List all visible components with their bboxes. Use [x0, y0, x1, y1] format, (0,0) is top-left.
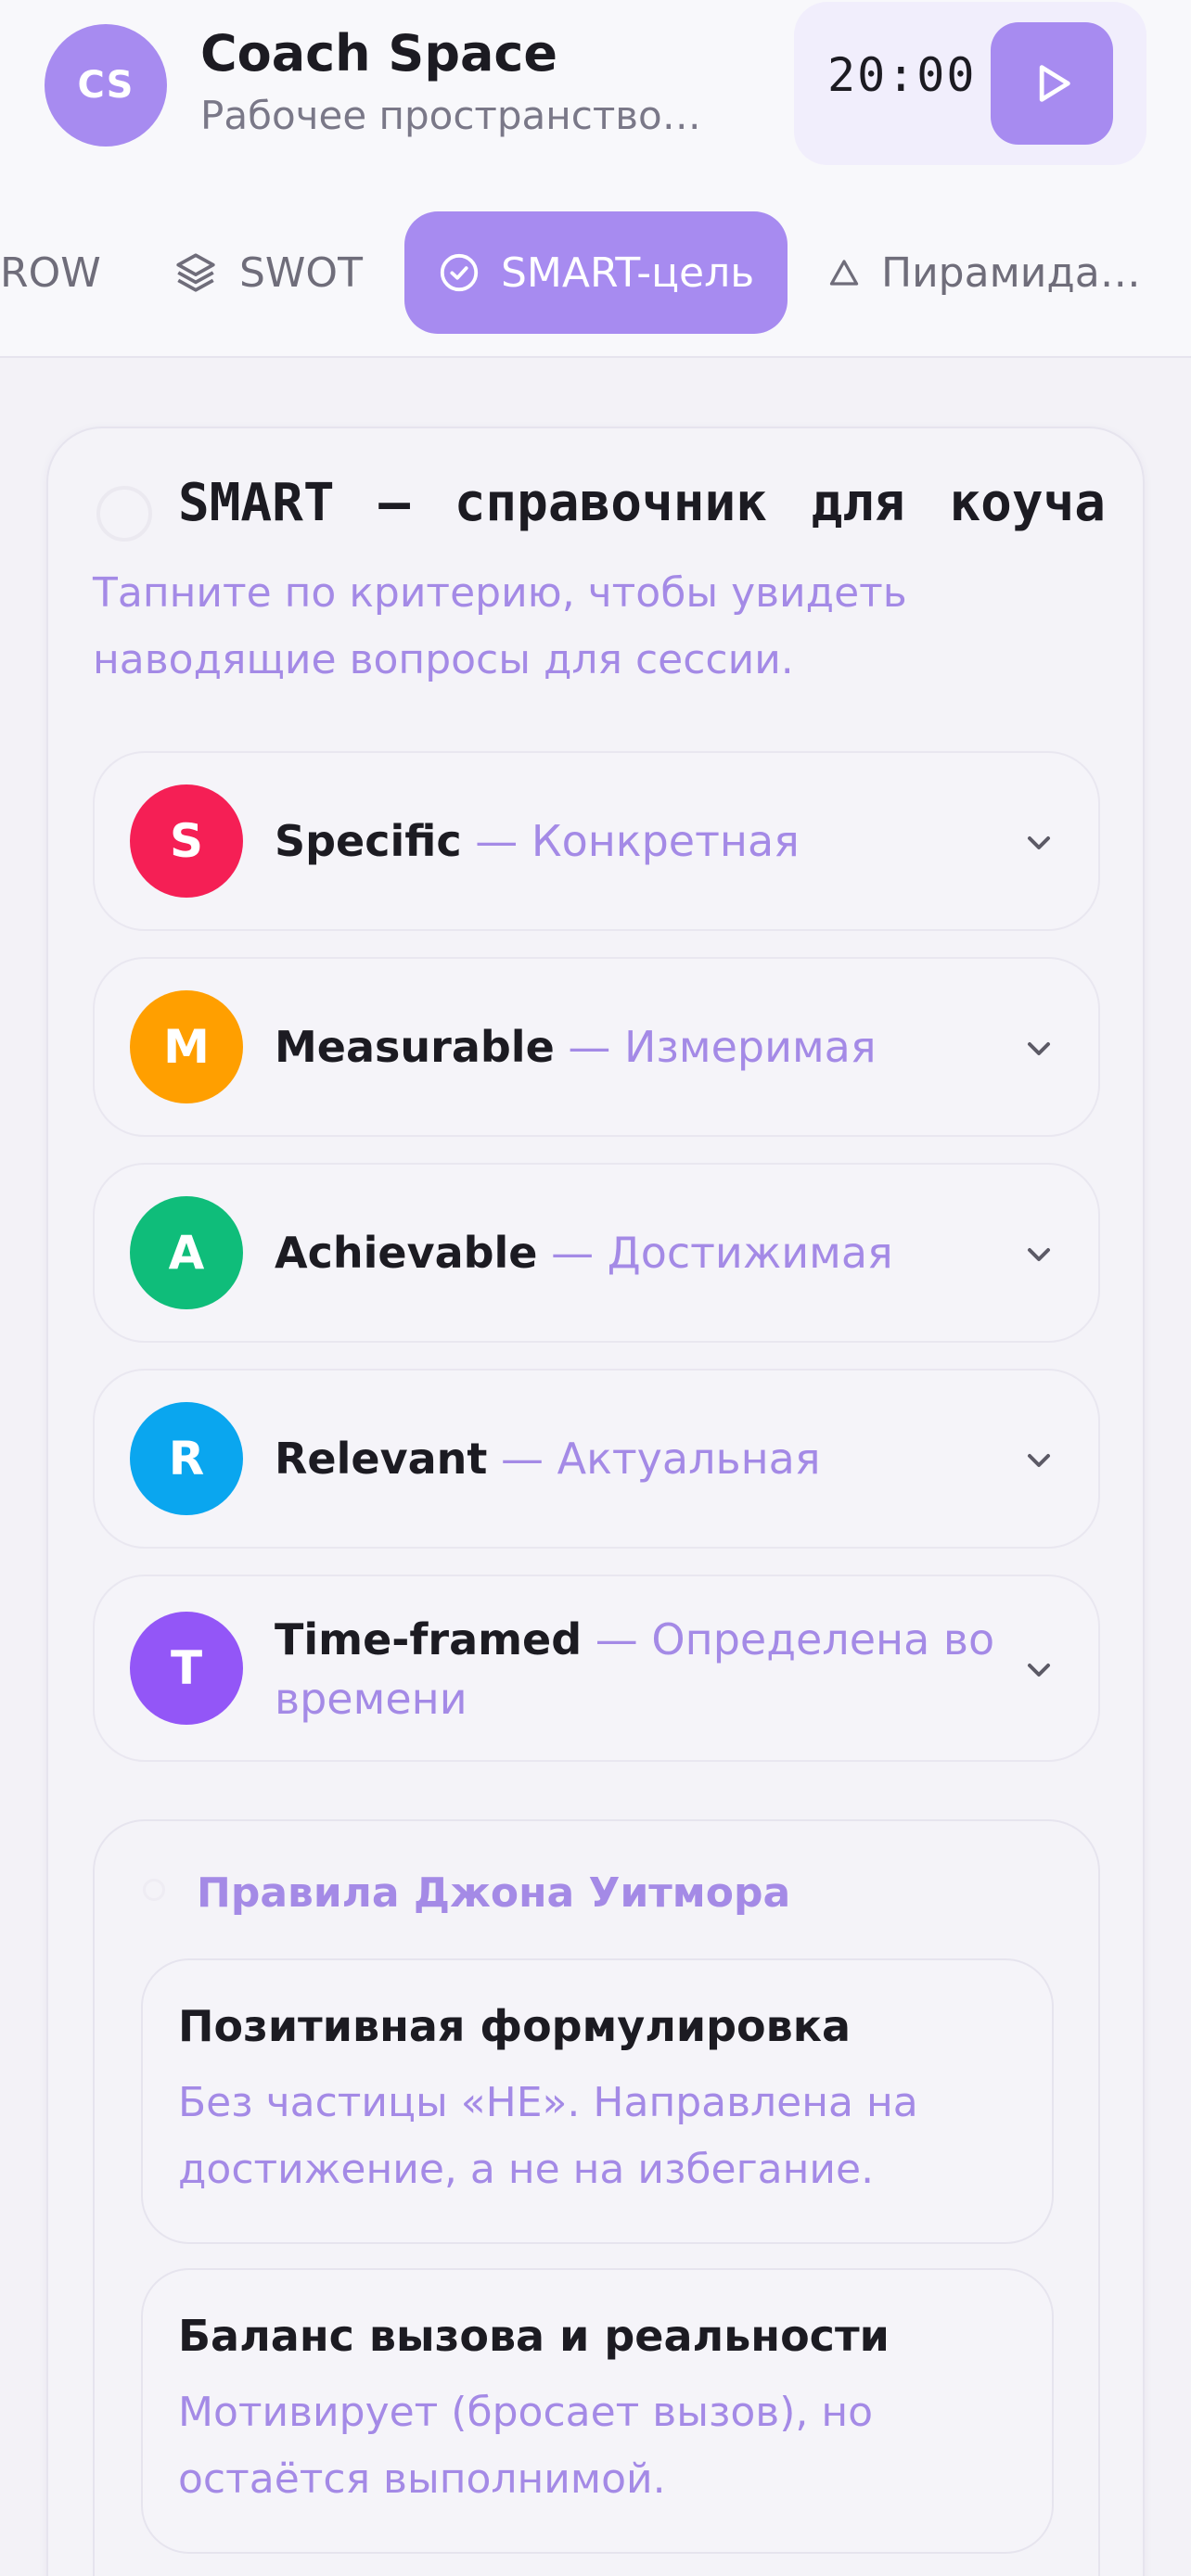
tab-label: SMART-цель	[501, 249, 755, 297]
rules-icon	[143, 1879, 165, 1901]
card-title: SMART — справочник для коуча	[178, 473, 1107, 533]
app-header: CS Coach Space Рабочее пространство… 20:…	[0, 0, 1191, 185]
app-title: Coach Space	[200, 24, 558, 83]
rule-description: Без частицы «НЕ». Направлена на достижен…	[178, 2079, 918, 2193]
tab-label: Пирамида …	[881, 249, 1141, 297]
avatar[interactable]: CS	[45, 24, 167, 147]
criterion-name: Relevant	[275, 1434, 488, 1484]
smart-reference-card: SMART — справочник для коуча Тапните по …	[46, 427, 1145, 2576]
tab-swot[interactable]: SWOT	[173, 211, 363, 334]
play-icon	[1039, 65, 1070, 102]
criterion-separator: —	[554, 1022, 625, 1072]
session-timer: 20:00	[794, 2, 1146, 165]
rule-title: Позитивная формулировка	[178, 2001, 852, 2051]
tab-smart[interactable]: SMART-цель	[404, 211, 788, 334]
criterion-relevant[interactable]: R Relevant — Актуальная	[93, 1369, 1100, 1549]
check-circle-icon	[440, 253, 479, 292]
criterion-separator: —	[537, 1228, 608, 1278]
chevron-down-icon	[1028, 1248, 1050, 1261]
rule-card: Баланс вызова и реальности Мотивирует (б…	[141, 2268, 1054, 2554]
chevron-down-icon	[1028, 1664, 1050, 1677]
criterion-name: Specific	[275, 816, 462, 866]
chevron-down-icon	[1028, 1454, 1050, 1467]
triangle-icon	[829, 260, 859, 286]
criterion-time-framed[interactable]: T Time-framed — Определена во времени	[93, 1575, 1100, 1762]
criterion-separator: —	[582, 1614, 652, 1664]
app-subtitle: Рабочее пространство…	[200, 93, 701, 138]
criterion-translation: Достижимая	[607, 1228, 893, 1278]
rule-description: Мотивирует (бросает вызов), но остаётся …	[178, 2389, 874, 2503]
criterion-label: Time-framed — Определена во времени	[275, 1610, 1017, 1728]
chevron-down-icon	[1028, 836, 1050, 849]
criterion-translation: Актуальная	[557, 1434, 821, 1484]
criterion-translation: Конкретная	[531, 816, 800, 866]
criterion-specific[interactable]: S Specific — Конкретная	[93, 751, 1100, 931]
criterion-name: Time-framed	[275, 1614, 583, 1664]
rule-title: Баланс вызова и реальности	[178, 2311, 890, 2361]
criterion-letter-badge: M	[130, 990, 243, 1103]
criterion-label: Achievable — Достижимая	[275, 1223, 1017, 1282]
criterion-translation: Измеримая	[624, 1022, 877, 1072]
tab-pyramid[interactable]: Пирамида …	[827, 211, 1141, 334]
tab-label: ROW	[0, 249, 101, 297]
criterion-letter-badge: S	[130, 784, 243, 898]
tab-label: SWOT	[239, 249, 363, 297]
criterion-separator: —	[487, 1434, 557, 1484]
rule-card: Позитивная формулировка Без частицы «НЕ»…	[141, 1958, 1054, 2244]
criterion-letter-badge: A	[130, 1196, 243, 1309]
criterion-achievable[interactable]: A Achievable — Достижимая	[93, 1163, 1100, 1343]
chevron-down-icon	[1028, 1042, 1050, 1055]
tab-grow[interactable]: ROW	[0, 211, 101, 334]
timer-display: 20:00	[827, 48, 977, 102]
criterion-label: Measurable — Измеримая	[275, 1017, 1017, 1077]
criterion-label: Relevant — Актуальная	[275, 1429, 1017, 1488]
criterion-measurable[interactable]: M Measurable — Измеримая	[93, 957, 1100, 1137]
play-button[interactable]	[991, 22, 1113, 145]
criterion-name: Measurable	[275, 1022, 555, 1072]
criterion-letter-badge: R	[130, 1402, 243, 1515]
criterion-label: Specific — Конкретная	[275, 811, 1017, 871]
card-hint: Тапните по критерию, чтобы увидеть навод…	[93, 569, 907, 683]
rules-title: Правила Джона Уитмора	[197, 1869, 791, 1917]
whitmore-rules: Правила Джона Уитмора Позитивная формули…	[93, 1819, 1100, 2576]
criterion-separator: —	[461, 816, 531, 866]
card-icon	[96, 486, 152, 542]
criterion-letter-badge: T	[130, 1612, 243, 1725]
criterion-name: Achievable	[275, 1228, 538, 1278]
layers-icon	[176, 253, 215, 292]
method-tabs: ROW SWOT SMART-цель Пирамида …	[0, 185, 1191, 358]
